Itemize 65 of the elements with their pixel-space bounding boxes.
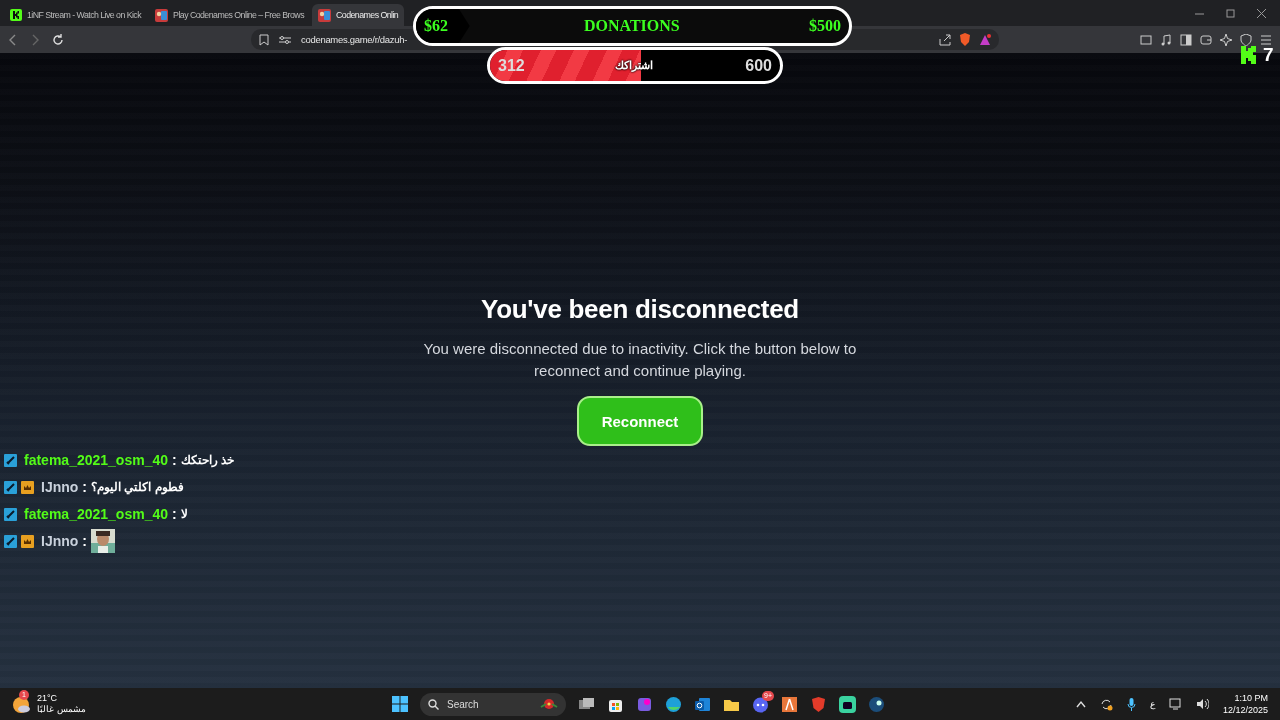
network-icon[interactable] [1168,698,1182,710]
clock-date: 12/12/2025 [1222,704,1268,716]
chat-separator: : [172,452,177,468]
chat-message: لا [180,507,188,521]
sync-icon[interactable] [1099,697,1113,711]
donation-amount: $62 [424,16,448,36]
chevron-up-icon[interactable] [1075,700,1086,708]
bookmark-icon[interactable] [259,33,269,46]
game-logo-icon [318,8,331,22]
dialog-title: You've been disconnected [481,294,799,325]
chat-message: خذ راحتكك [180,453,234,467]
browser-tab[interactable]: Codenames Onlin [312,4,405,26]
browser-tab[interactable]: Play Codenames Online – Free Brows [149,4,310,26]
reload-icon[interactable] [52,33,64,46]
site-settings-icon[interactable] [279,34,291,45]
weather-condition: مشمس غالبًا [37,704,86,715]
donation-label: DONATIONS [584,16,680,36]
chat-username: fatema_2021_osm_40 [24,506,168,522]
sword-icon [4,453,17,467]
search-icon [428,698,439,710]
subscriber-count: 312 [498,55,525,76]
crown-icon [21,480,34,494]
sparkle-icon[interactable] [1220,33,1232,46]
chat-app-icon[interactable] [839,695,856,713]
sidebar-icon[interactable] [1180,33,1192,46]
menu-icon[interactable] [1260,33,1272,46]
sword-icon [4,507,17,521]
sword-icon [4,480,17,494]
chat-username: IJnno [41,479,79,495]
temperature-text: 21°C [37,693,59,704]
maximize-icon[interactable] [1226,8,1235,18]
crown-icon [21,534,34,548]
vpn-icon[interactable] [1240,33,1252,46]
share-icon[interactable] [939,33,951,46]
language-indicator[interactable]: ع [1149,699,1155,709]
start-icon[interactable] [392,696,408,712]
sword-icon [4,534,17,548]
chat-separator: : [82,479,87,495]
chat-separator: : [172,506,177,522]
back-icon[interactable] [8,33,18,46]
triangle-icon[interactable] [979,33,991,46]
address-bar[interactable]: codenames.game/r/dazuh- [301,34,408,45]
chat-username: IJnno [41,533,79,549]
microphone-icon[interactable] [1126,697,1136,711]
chat-message: فطوم اكلتي اليوم؟ [91,480,184,494]
viewer-count: 7 [1263,44,1274,66]
kick-logo-icon [10,9,22,21]
clock-time: 1:10 PM [1234,692,1268,704]
game-logo-icon [155,8,169,22]
browser-tab[interactable]: 1iNF Stream - Watch Live on Kick [4,4,148,26]
music-icon[interactable] [1160,33,1172,46]
speaker-icon[interactable] [1195,698,1209,710]
weather-sun-icon[interactable] [12,694,32,714]
chat-separator: : [82,533,87,549]
taskbar-search[interactable]: Search [420,692,566,716]
subscriber-goal: 600 [745,55,772,76]
dialog-message: You were disconnected due to inactivity. Click the button below to reconnect and continue playing. [422,339,858,381]
wallet-icon[interactable] [1200,33,1212,46]
reader-icon[interactable] [1140,33,1152,46]
flower-icon [540,697,558,711]
chat-username: fatema_2021_osm_40 [24,452,168,468]
close-icon[interactable] [1257,8,1266,18]
kick-logo-icon [1241,46,1259,64]
donation-goal: $500 [809,16,841,36]
triangle-app-icon[interactable] [781,695,798,713]
